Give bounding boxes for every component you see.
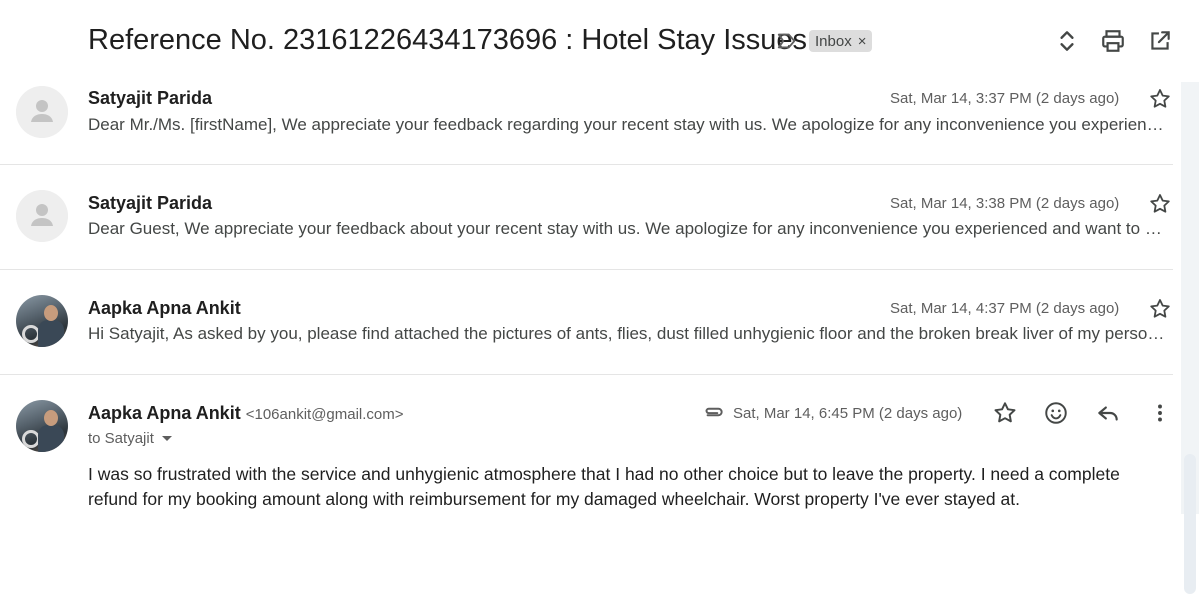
message-snippet: Hi Satyajit, As asked by you, please fin…: [88, 324, 1170, 343]
label-name: Inbox: [815, 32, 852, 50]
star-icon[interactable]: [1148, 192, 1172, 216]
avatar-photo-detail: [38, 425, 64, 452]
expand-all-icon[interactable]: [1054, 28, 1080, 54]
recipient-label: to Satyajit: [88, 430, 154, 447]
sender-name: Aapka Apna Ankit: [88, 403, 241, 423]
reply-icon[interactable]: [1095, 400, 1121, 426]
message-body: I was so frustrated with the service and…: [88, 464, 1120, 509]
avatar: [16, 295, 68, 347]
more-vert-icon[interactable]: [1147, 400, 1173, 426]
avatar-photo-detail: [38, 320, 64, 347]
inbox-label-chip[interactable]: Inbox ×: [809, 30, 873, 52]
default-avatar-icon: [16, 86, 68, 138]
avatar-photo-detail: [44, 305, 58, 321]
star-icon[interactable]: [992, 400, 1018, 426]
recipient-details-toggle[interactable]: to Satyajit: [88, 430, 172, 447]
sender-email: <106ankit@gmail.com>: [245, 406, 404, 423]
remove-label-icon[interactable]: ×: [858, 33, 867, 50]
message-snippet: Dear Mr./Ms. [firstName], We appreciate …: [88, 115, 1170, 134]
message-snippet: Dear Guest, We appreciate your feedback …: [88, 219, 1170, 238]
message-date: Sat, Mar 14, 3:37 PM (2 days ago): [890, 90, 1120, 107]
sender-name: Satyajit Parida: [88, 88, 213, 108]
message-date: Sat, Mar 14, 4:37 PM (2 days ago): [890, 300, 1120, 317]
thread-subject: Reference No. 23161226434173696 : Hotel …: [88, 24, 808, 56]
sender-name: Aapka Apna Ankit: [88, 298, 241, 318]
star-icon[interactable]: [1148, 87, 1172, 111]
emoji-reaction-icon[interactable]: [1043, 400, 1069, 426]
scrollbar-thumb[interactable]: [1184, 454, 1196, 594]
collapsed-message[interactable]: Satyajit Parida Sat, Mar 14, 3:38 PM (2 …: [0, 165, 1173, 270]
attachment-icon: [700, 399, 726, 425]
chevron-down-icon: [161, 436, 172, 441]
collapsed-message[interactable]: Aapka Apna Ankit Sat, Mar 14, 4:37 PM (2…: [0, 270, 1173, 375]
importance-marker-icon[interactable]: [776, 30, 798, 52]
collapsed-message[interactable]: Satyajit Parida Sat, Mar 14, 3:37 PM (2 …: [0, 60, 1173, 165]
open-in-new-window-icon[interactable]: [1147, 28, 1173, 54]
sender-line: Aapka Apna Ankit <106ankit@gmail.com>: [88, 403, 404, 424]
default-avatar-icon: [16, 190, 68, 242]
message-date: Sat, Mar 14, 6:45 PM (2 days ago): [733, 405, 963, 422]
star-icon[interactable]: [1148, 297, 1172, 321]
avatar-photo-detail: [44, 410, 58, 426]
avatar: [16, 400, 68, 452]
print-icon[interactable]: [1100, 28, 1126, 54]
message-date: Sat, Mar 14, 3:38 PM (2 days ago): [890, 195, 1120, 212]
scrollbar[interactable]: [1181, 82, 1199, 594]
sender-name: Satyajit Parida: [88, 193, 213, 213]
